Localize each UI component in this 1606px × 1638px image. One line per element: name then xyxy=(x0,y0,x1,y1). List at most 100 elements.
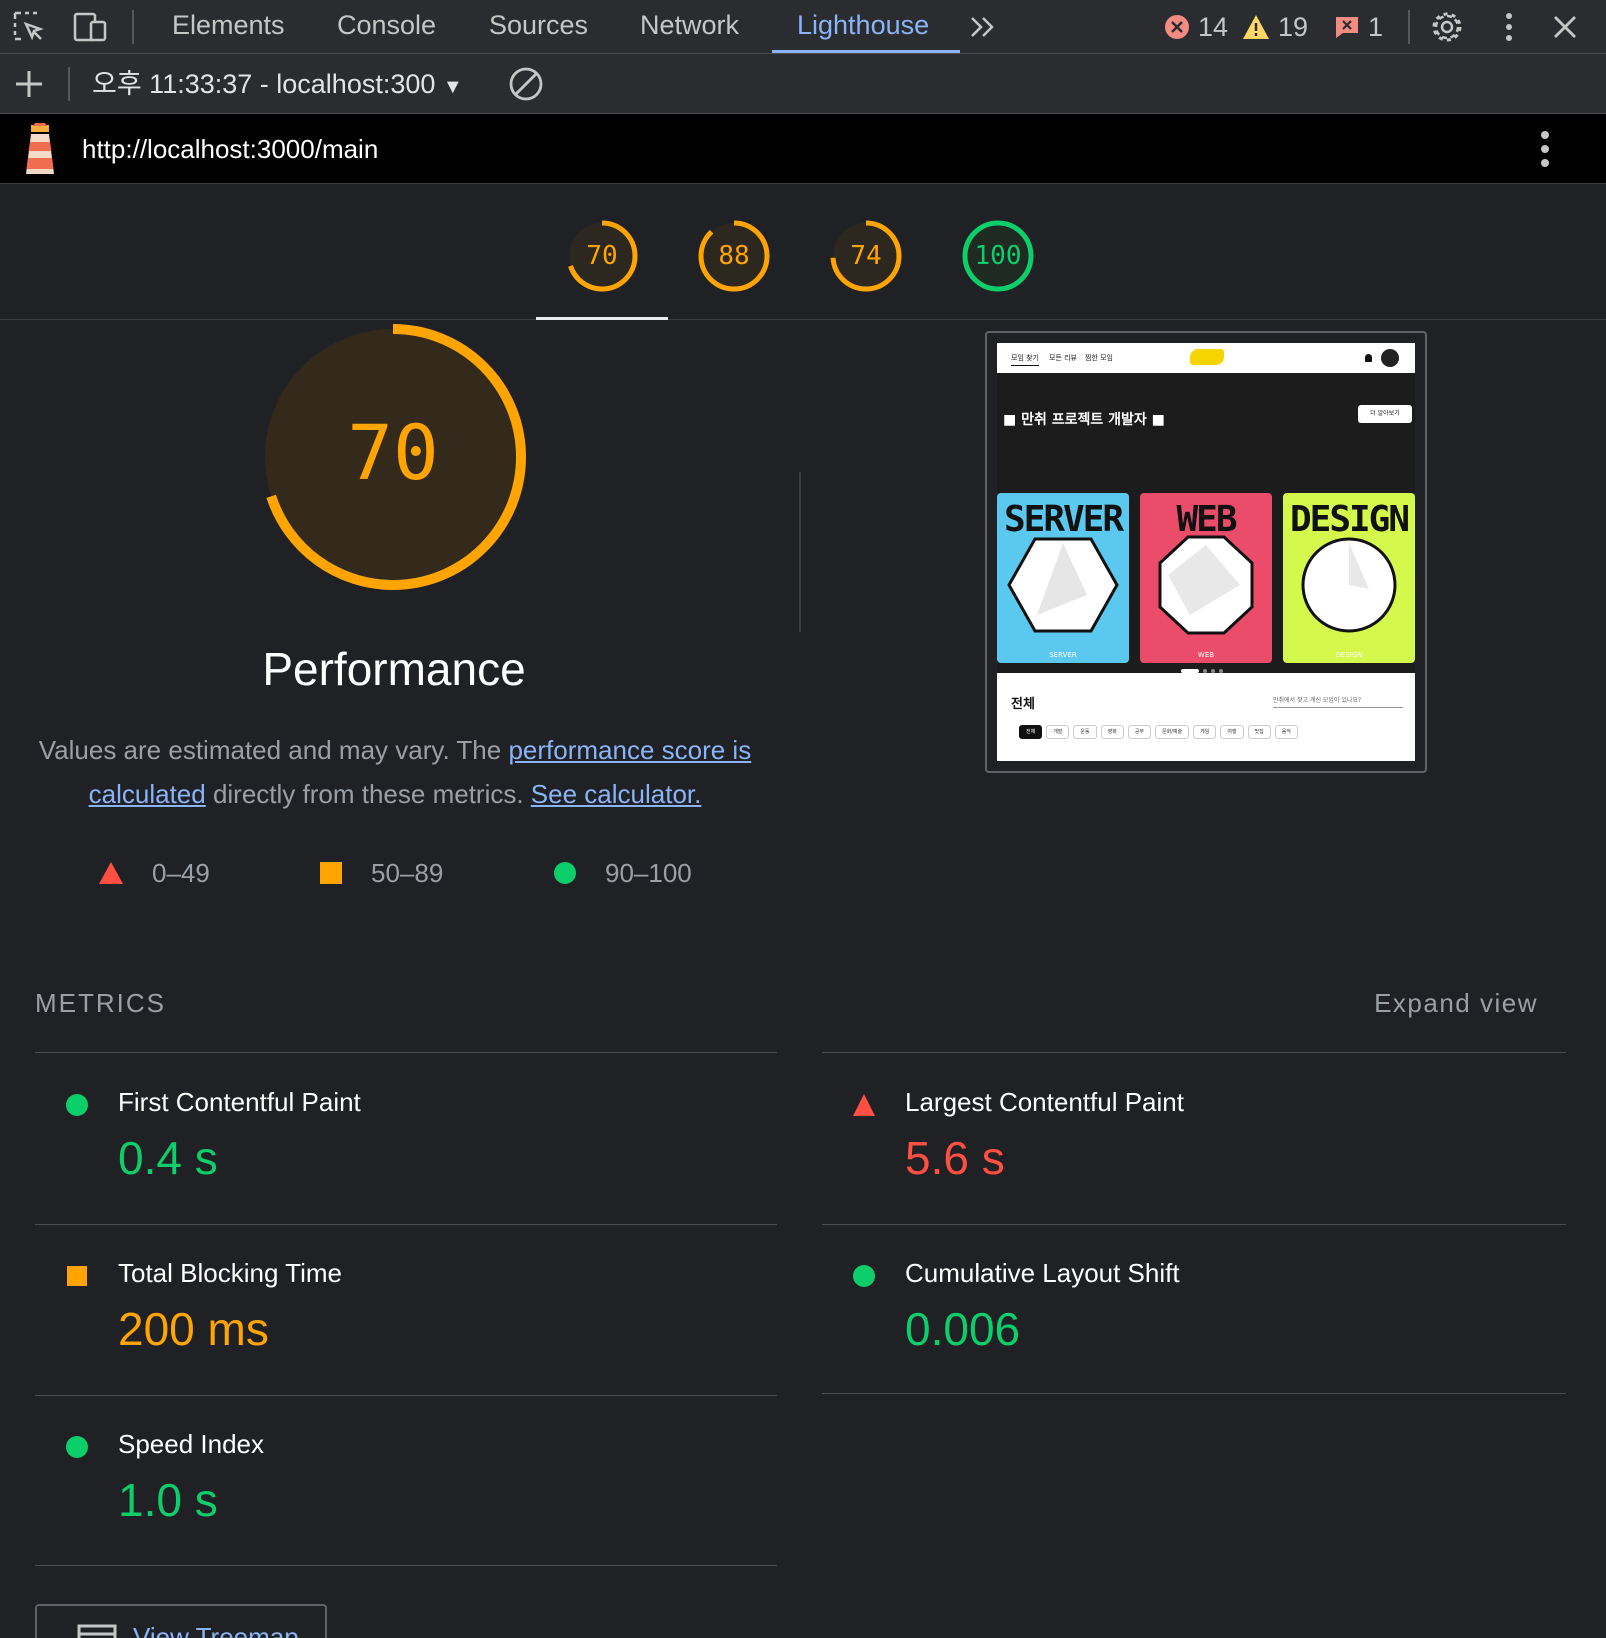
treemap-icon xyxy=(77,1624,117,1638)
card-foot: WEB xyxy=(1197,651,1215,659)
errors-counter[interactable]: 14 xyxy=(1164,10,1228,44)
tab-console[interactable]: Console xyxy=(337,0,436,54)
metric-cumulative-layout-shift: Cumulative Layout Shift 0.006 xyxy=(822,1224,1564,1394)
gauge-category-2[interactable]: 88 xyxy=(698,220,770,292)
green-circle-icon xyxy=(66,1436,88,1458)
device-toolbar-icon[interactable] xyxy=(72,8,110,46)
screenshot-nav-item: 모임 찾기 xyxy=(1011,353,1039,366)
warning-icon xyxy=(1243,15,1269,39)
performance-description: Values are estimated and may vary. The p… xyxy=(30,728,760,816)
screenshot-more-button: 더 알아보기 xyxy=(1358,405,1412,423)
legend-range: 0–49 xyxy=(152,857,210,888)
screenshot-card-server: SERVER SERVER xyxy=(997,493,1129,663)
issue-icon xyxy=(1336,17,1358,38)
tab-elements[interactable]: Elements xyxy=(172,0,285,54)
view-treemap-label: View Treemap xyxy=(133,1622,299,1638)
screenshot-logo xyxy=(1190,349,1224,365)
screenshot-heading: ■ 만취 프로젝트 개발자 ■ xyxy=(1003,412,1165,428)
screenshot-card-design: DESIGN DESIGN xyxy=(1283,493,1415,663)
screenshot-card-web: WEB WEB xyxy=(1140,493,1272,663)
screenshot-nav-item: 모든 리뷰 xyxy=(1049,354,1077,362)
lighthouse-toolbar: 오후 11:33:37 - localhost:300 ▼ xyxy=(0,54,1606,114)
selected-gauge-indicator xyxy=(536,317,668,320)
card-title: SERVER xyxy=(1003,499,1124,540)
screenshot-chip: 운동 xyxy=(1073,725,1097,739)
tab-lighthouse[interactable]: Lighthouse xyxy=(797,0,929,54)
metric-value: 0.006 xyxy=(905,1303,1021,1355)
metric-largest-contentful-paint: Largest Contentful Paint 5.6 s xyxy=(822,1053,1564,1223)
screenshot-chips: 전체 개발 운동 영화 공부 문화/예술 게임 여행 맛집 음악 xyxy=(1019,725,1298,739)
clear-reports-icon[interactable] xyxy=(507,65,545,103)
screenshot-chip: 영화 xyxy=(1100,725,1124,739)
expand-view-toggle[interactable]: Expand view xyxy=(1374,988,1538,1019)
legend-average: 50–89 xyxy=(319,856,443,890)
orange-square-icon xyxy=(320,862,342,884)
screenshot-chip: 게임 xyxy=(1193,725,1217,739)
inspect-element-icon[interactable] xyxy=(10,8,48,46)
report-url[interactable]: http://localhost:3000/main xyxy=(82,114,378,184)
screenshot-nav: 모임 찾기 모든 리뷰 찜한 모임 xyxy=(997,343,1415,373)
close-icon[interactable] xyxy=(1546,8,1584,46)
gauge-score: 74 xyxy=(850,241,882,271)
screenshot-chip: 전체 xyxy=(1019,725,1043,739)
metric-total-blocking-time: Total Blocking Time 200 ms xyxy=(35,1224,777,1394)
metric-value: 0.4 s xyxy=(118,1132,218,1184)
issues-counter[interactable]: 1 xyxy=(1334,10,1383,44)
metric-label: Largest Contentful Paint xyxy=(905,1087,1184,1117)
card-title: DESIGN xyxy=(1289,499,1410,540)
divider xyxy=(35,1565,777,1566)
gauge-score: 100 xyxy=(974,241,1022,271)
separator xyxy=(132,10,134,44)
screenshot-banner: ■ 만취 프로젝트 개발자 ■ 더 알아보기 SERVER SERVER WEB… xyxy=(997,373,1415,673)
tab-network[interactable]: Network xyxy=(640,0,739,54)
screenshot-chip: 문화/예술 xyxy=(1155,725,1190,739)
new-report-plus-icon[interactable] xyxy=(10,65,48,103)
performance-title: Performance xyxy=(262,643,526,695)
metric-value: 1.0 s xyxy=(118,1474,218,1526)
settings-gear-icon[interactable] xyxy=(1428,8,1466,46)
warnings-count: 19 xyxy=(1278,11,1309,42)
divider xyxy=(822,1393,1566,1394)
gauge-category-3[interactable]: 74 xyxy=(830,220,902,292)
orange-square-icon xyxy=(67,1266,87,1286)
legend-range: 90–100 xyxy=(605,857,692,888)
view-treemap-button[interactable]: View Treemap xyxy=(35,1604,327,1638)
report-selector-label: 오후 11:33:37 - localhost:300 xyxy=(92,69,436,99)
errors-count: 14 xyxy=(1198,11,1229,42)
warnings-counter[interactable]: 19 xyxy=(1242,10,1308,44)
screenshot-search: 만취에서 찾고 계신 모임이 있나요? xyxy=(1273,695,1403,708)
bell-icon xyxy=(1365,354,1372,362)
gauge-category-4[interactable]: 100 xyxy=(962,220,1034,292)
metric-label: First Contentful Paint xyxy=(118,1087,361,1117)
red-triangle-icon xyxy=(853,1094,875,1116)
final-screenshot[interactable]: 모임 찾기 모든 리뷰 찜한 모임 ■ 만취 프로젝트 개발자 ■ 더 알아보기… xyxy=(985,331,1427,773)
screenshot-chip: 맛집 xyxy=(1247,725,1271,739)
devtools-tab-bar: Elements Console Sources Network Lightho… xyxy=(0,0,1606,54)
more-tabs-icon[interactable] xyxy=(964,8,1002,46)
category-gauges-row: 70 88 74 100 xyxy=(0,184,1606,320)
metric-value: 200 ms xyxy=(118,1303,269,1355)
screenshot-chip: 음악 xyxy=(1274,725,1298,739)
separator xyxy=(68,67,70,101)
dropdown-arrow-icon: ▼ xyxy=(442,76,463,98)
see-calculator-link[interactable]: See calculator. xyxy=(531,779,702,809)
green-circle-icon xyxy=(853,1265,875,1287)
card-foot: SERVER xyxy=(1049,651,1077,659)
report-menu-icon[interactable] xyxy=(1540,130,1550,173)
performance-gauge: 70 xyxy=(258,322,528,592)
screenshot-image: 모임 찾기 모든 리뷰 찜한 모임 ■ 만취 프로젝트 개발자 ■ 더 알아보기… xyxy=(997,343,1415,761)
red-triangle-icon xyxy=(99,862,123,884)
metric-label: Speed Index xyxy=(118,1429,265,1459)
metric-first-contentful-paint: First Contentful Paint 0.4 s xyxy=(35,1053,777,1223)
gauge-score: 88 xyxy=(718,241,750,271)
screenshot-section-title: 전체 xyxy=(1011,697,1035,712)
report-url-bar: http://localhost:3000/main xyxy=(0,114,1606,184)
tab-sources[interactable]: Sources xyxy=(489,0,588,54)
report-selector[interactable]: 오후 11:33:37 - localhost:300 ▼ xyxy=(92,54,463,114)
lighthouse-logo-icon xyxy=(18,122,62,176)
green-circle-icon xyxy=(66,1094,88,1116)
more-options-icon[interactable] xyxy=(1490,8,1528,46)
legend-pass: 90–100 xyxy=(553,856,692,890)
gauge-category-1[interactable]: 70 xyxy=(566,220,638,292)
description-text: directly from these metrics. xyxy=(205,779,531,809)
